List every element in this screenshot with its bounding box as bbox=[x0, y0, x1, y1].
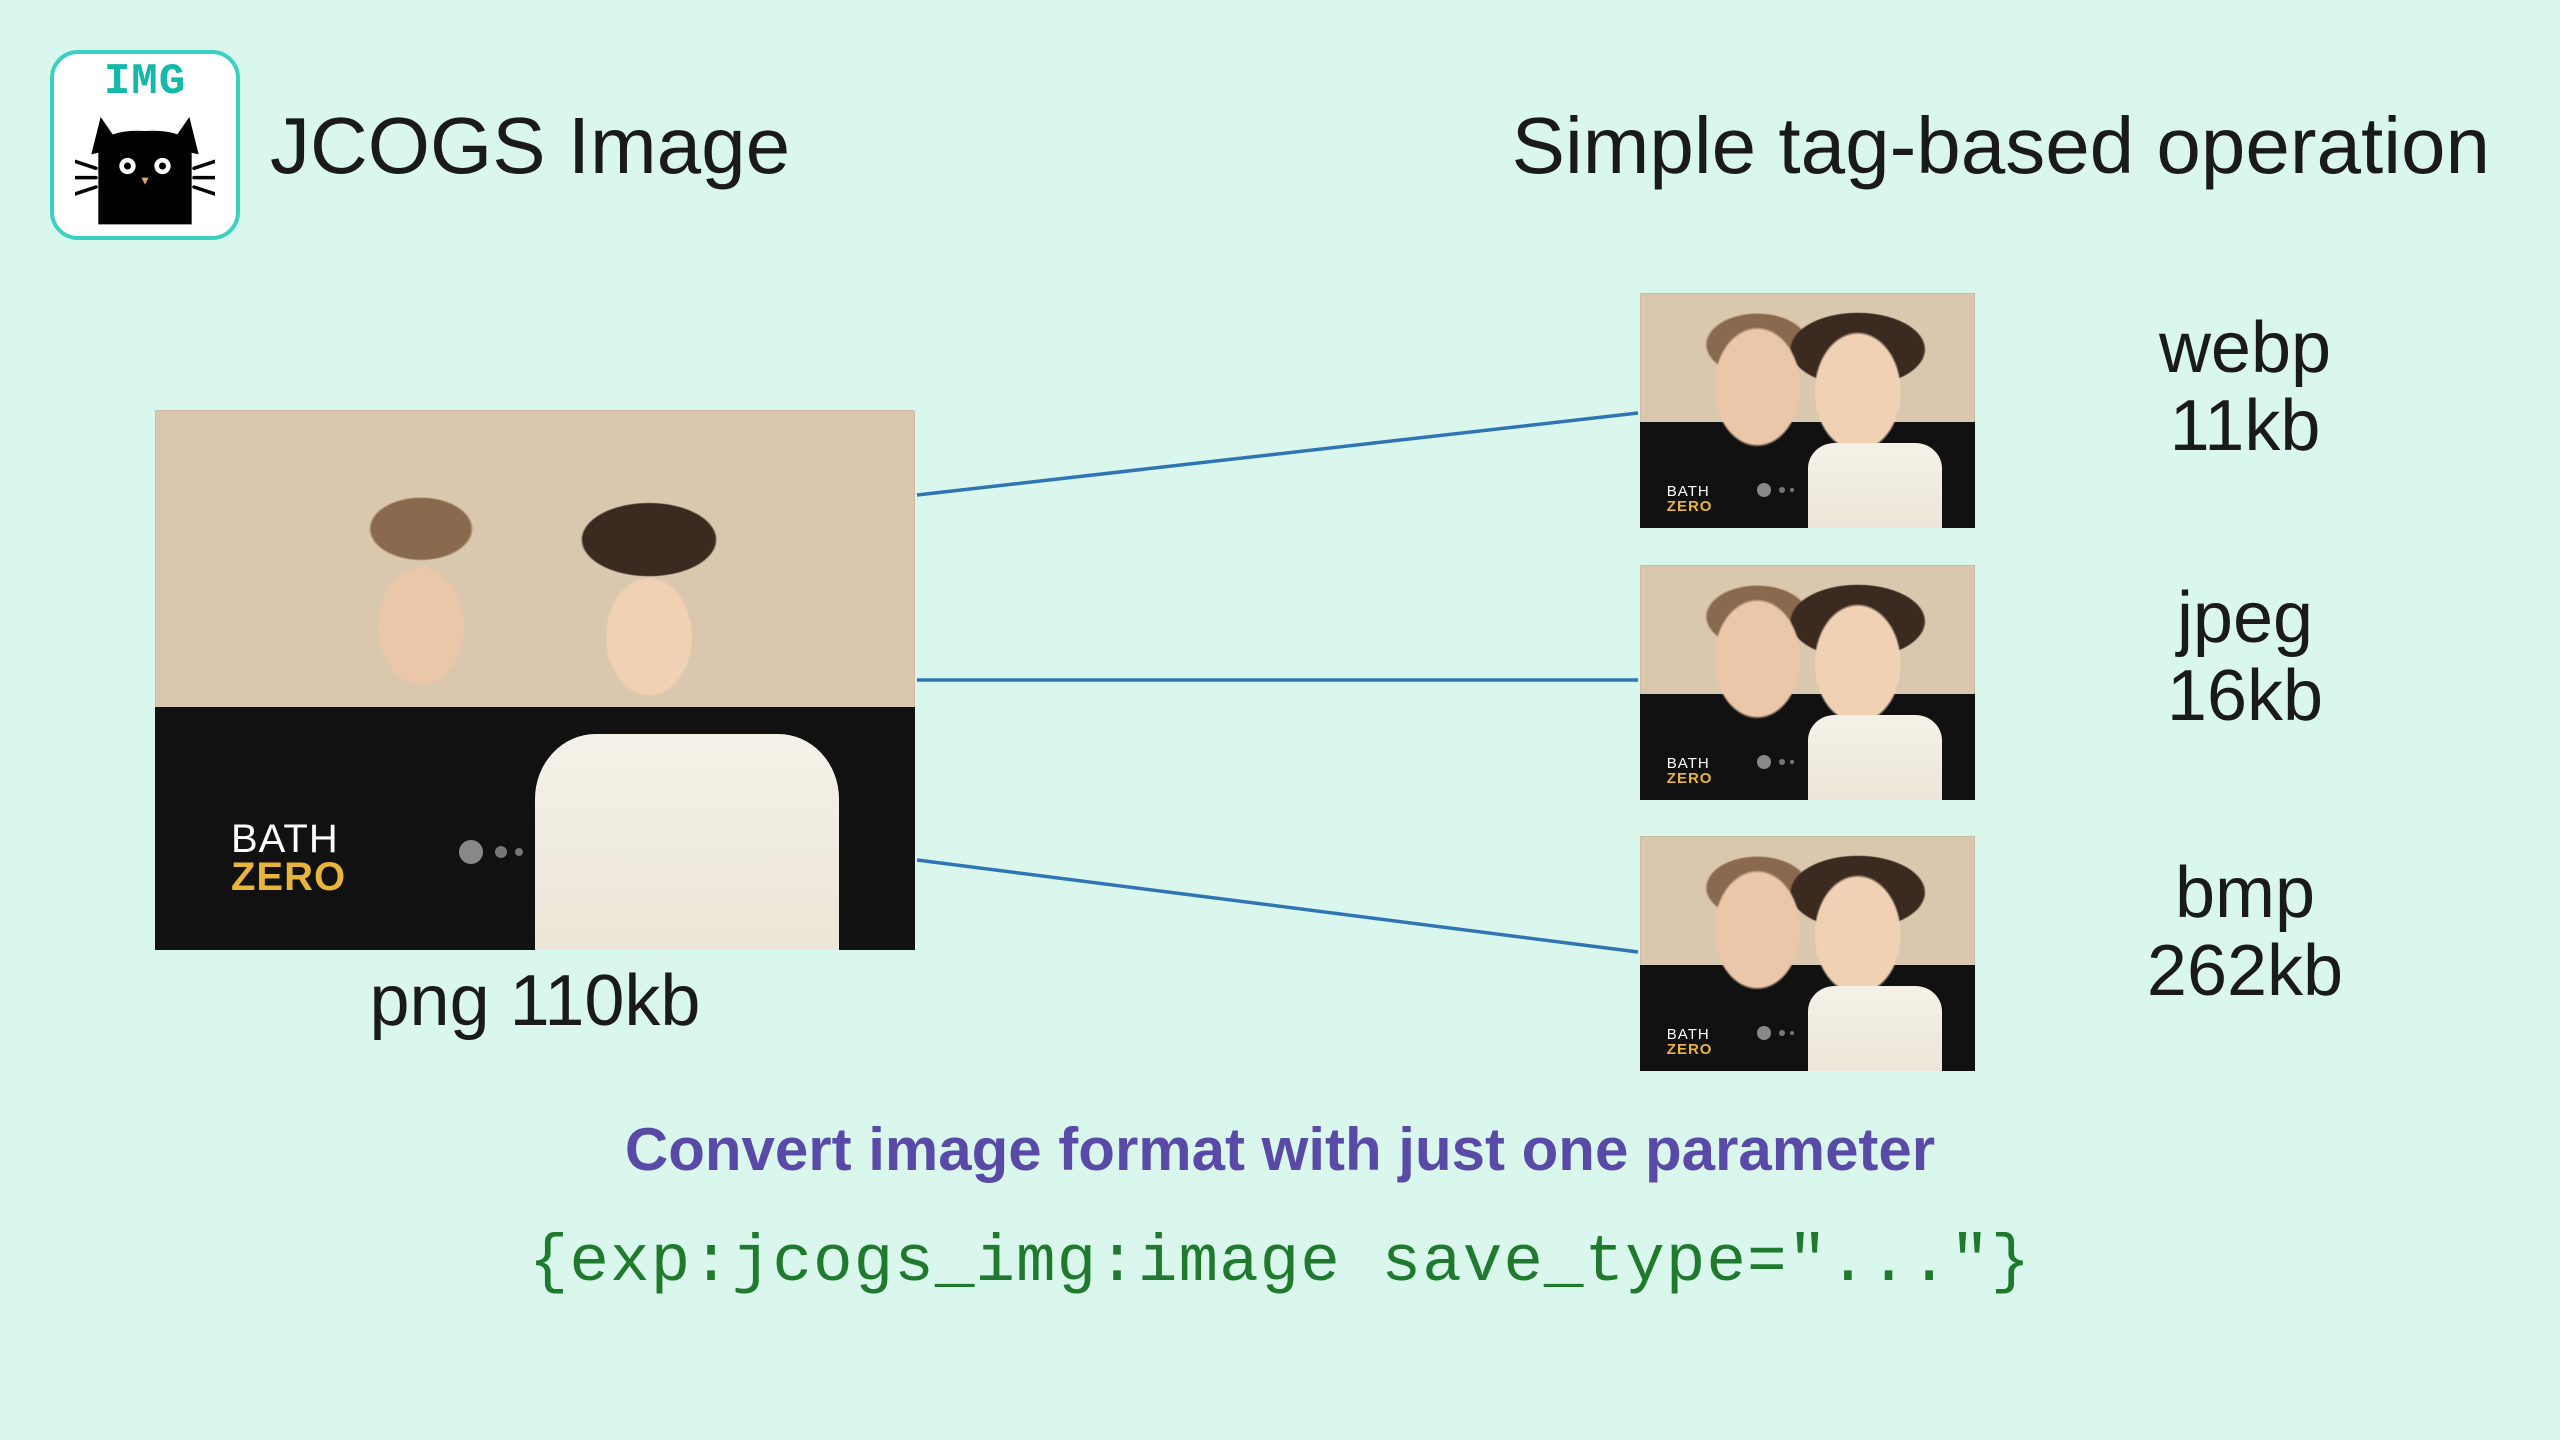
output-label-jpeg: jpeg 16kb bbox=[2005, 580, 2485, 736]
output-format: jpeg bbox=[2177, 578, 2313, 658]
output-format: bmp bbox=[2175, 853, 2315, 933]
source-image: BATH ZERO bbox=[155, 410, 915, 950]
headline: Convert image format with just one param… bbox=[0, 1115, 2560, 1184]
output-image-webp: BATHZERO bbox=[1640, 293, 1975, 528]
code-sample: {exp:jcogs_img:image save_type="..."} bbox=[0, 1225, 2560, 1300]
output-label-webp: webp 11kb bbox=[2005, 310, 2485, 466]
brand-logo: IMG bbox=[50, 50, 240, 240]
brand-title: JCOGS Image bbox=[270, 100, 790, 192]
output-format: webp bbox=[2159, 308, 2331, 388]
output-image-jpeg: BATHZERO bbox=[1640, 565, 1975, 800]
shirt-line2: ZERO bbox=[231, 855, 346, 899]
output-image-bmp: BATHZERO bbox=[1640, 836, 1975, 1071]
source-caption: png 110kb bbox=[155, 960, 915, 1042]
output-label-bmp: bmp 262kb bbox=[2005, 855, 2485, 1011]
output-size: 262kb bbox=[2147, 931, 2343, 1011]
logo-img-label: IMG bbox=[104, 60, 186, 104]
output-size: 16kb bbox=[2167, 656, 2323, 736]
cat-icon bbox=[75, 106, 215, 226]
output-size: 11kb bbox=[2170, 386, 2321, 466]
tagline: Simple tag-based operation bbox=[1512, 100, 2490, 192]
